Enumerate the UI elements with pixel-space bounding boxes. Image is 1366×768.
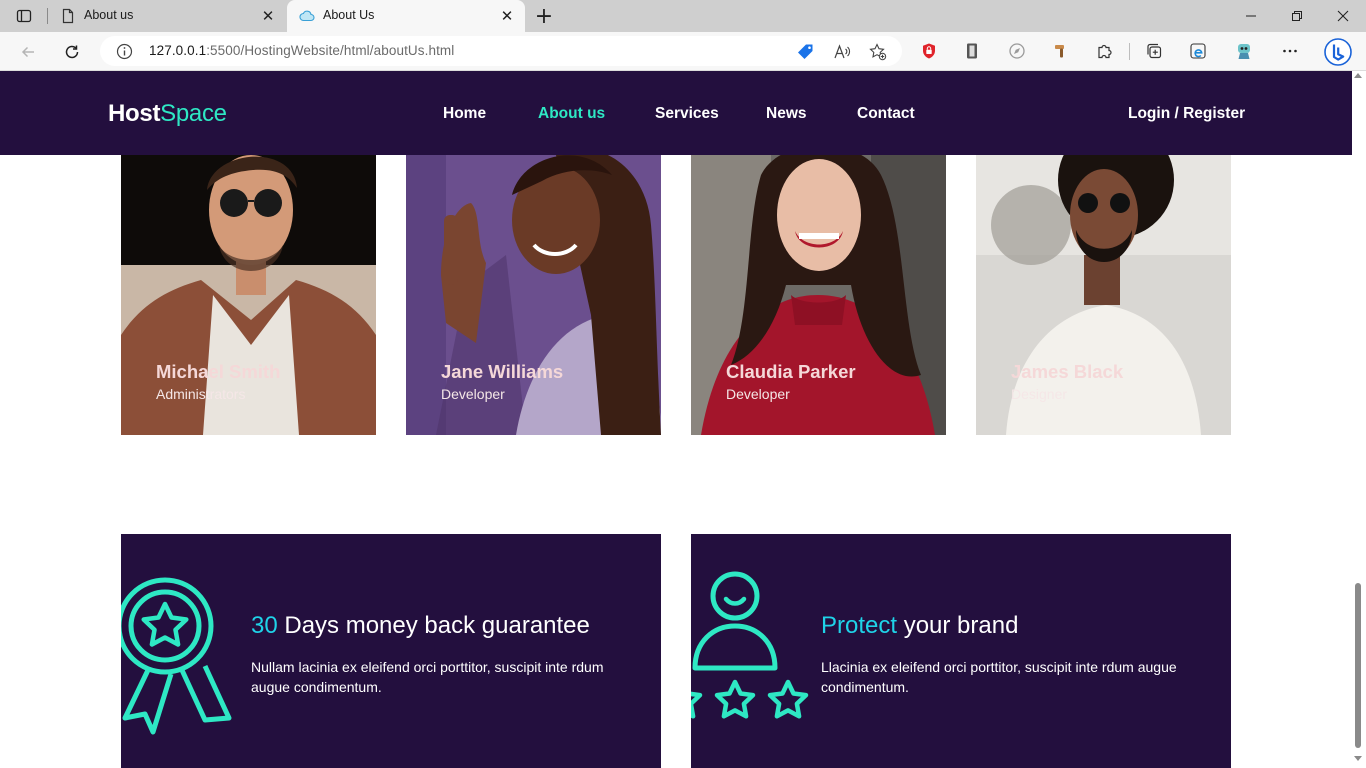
back-arrow-icon[interactable] (14, 38, 42, 66)
scrollbar-thumb[interactable] (1355, 583, 1361, 748)
address-bar[interactable]: 127.0.0.1:5500/HostingWebsite/html/about… (100, 36, 902, 66)
minimize-icon[interactable] (1228, 0, 1274, 32)
browser-tab-bar: About us ✕ About Us ✕ + (0, 0, 1366, 32)
feature-description: Nullam lacinia ex eleifend orci porttito… (251, 659, 604, 695)
site-header: HostSpace Home About us Services News Co… (0, 71, 1352, 155)
hammer-extension-icon[interactable] (1051, 41, 1071, 61)
browser-tab-2-active[interactable]: About Us ✕ (287, 0, 525, 32)
scroll-down-arrow-icon[interactable] (1354, 756, 1362, 761)
close-tab-icon[interactable]: ✕ (260, 7, 276, 25)
url-host: 127.0.0.1 (149, 43, 207, 58)
bing-copilot-icon[interactable] (1322, 36, 1354, 68)
team-member-name: Jane Williams (441, 361, 564, 382)
refresh-icon[interactable] (58, 38, 86, 66)
tab-title: About Us (323, 8, 375, 22)
team-member-name: Michael Smith (156, 361, 281, 382)
nav-home[interactable]: Home (443, 105, 486, 123)
site-logo[interactable]: HostSpace (108, 100, 227, 128)
feature-title: 30 Days money back guarantee (251, 612, 590, 640)
url-path: :5500/HostingWebsite/html/aboutUs.html (206, 43, 455, 58)
nav-services[interactable]: Services (655, 105, 719, 123)
team-member-name: James Black (1011, 361, 1124, 382)
logo-host: Host (108, 100, 161, 127)
shopping-tag-icon[interactable] (796, 42, 816, 62)
team-member-role: Designer (1011, 386, 1068, 402)
team-member-name: Claudia Parker (726, 361, 856, 382)
feature-protect-brand: Protect your brand Llacinia ex eleifend … (691, 534, 1231, 768)
browser-toolbar: 127.0.0.1:5500/HostingWebsite/html/about… (0, 32, 1366, 71)
compass-extension-icon[interactable] (1007, 41, 1027, 61)
team-card[interactable]: Jane Williams Developer (406, 135, 661, 435)
shield-extension-icon[interactable] (919, 41, 939, 61)
logo-space: Space (160, 100, 227, 127)
cloud-icon (299, 8, 315, 24)
page-icon (60, 8, 76, 24)
add-favorite-icon[interactable] (868, 42, 888, 62)
film-extension-icon[interactable] (962, 41, 982, 61)
internet-explorer-icon[interactable] (1188, 41, 1208, 61)
close-tab-icon[interactable]: ✕ (499, 7, 515, 25)
url-text: 127.0.0.1:5500/HostingWebsite/html/about… (149, 43, 454, 58)
nav-contact[interactable]: Contact (857, 105, 915, 123)
team-member-role: Developer (726, 386, 790, 402)
tab-title: About us (84, 8, 134, 22)
close-window-icon[interactable] (1320, 0, 1366, 32)
site-info-icon[interactable] (116, 43, 133, 60)
feature-title-highlight: 30 (251, 612, 278, 639)
team-card[interactable]: Claudia Parker Developer (691, 135, 946, 435)
nav-about-us[interactable]: About us (538, 105, 605, 123)
scroll-up-arrow-icon[interactable] (1354, 73, 1362, 78)
extensions-puzzle-icon[interactable] (1095, 41, 1115, 61)
feature-title-rest: your brand (897, 612, 1019, 639)
new-tab-icon[interactable]: + (532, 4, 556, 29)
read-aloud-icon[interactable] (832, 42, 852, 62)
more-options-icon[interactable] (1280, 41, 1300, 61)
tab-actions-icon[interactable] (8, 4, 40, 28)
browser-tab-1[interactable]: About us ✕ (48, 0, 286, 32)
nav-login-register[interactable]: Login / Register (1128, 105, 1245, 123)
award-badge-icon (121, 577, 232, 735)
restore-icon[interactable] (1274, 0, 1320, 32)
toolbar-separator (1129, 43, 1130, 60)
team-card[interactable]: James Black Designer (976, 135, 1231, 435)
team-member-role: Developer (441, 386, 505, 402)
web-page: Michael Smith Administrators Jane Willia… (0, 71, 1352, 768)
feature-title-rest: Days money back guarantee (277, 612, 590, 639)
feature-title: Protect your brand (821, 612, 1018, 640)
nav-news[interactable]: News (766, 105, 807, 123)
team-card[interactable]: Michael Smith Administrators (121, 135, 376, 435)
user-rating-icon (691, 571, 809, 719)
collections-icon[interactable] (1144, 41, 1164, 61)
feature-money-back: 30 Days money back guarantee Nullam laci… (121, 534, 661, 768)
team-member-role: Administrators (156, 386, 246, 402)
feature-description: Llacinia ex eleifend orci porttitor, sus… (821, 659, 1177, 695)
feature-title-highlight: Protect (821, 612, 898, 639)
robot-avatar-icon[interactable] (1234, 41, 1254, 61)
